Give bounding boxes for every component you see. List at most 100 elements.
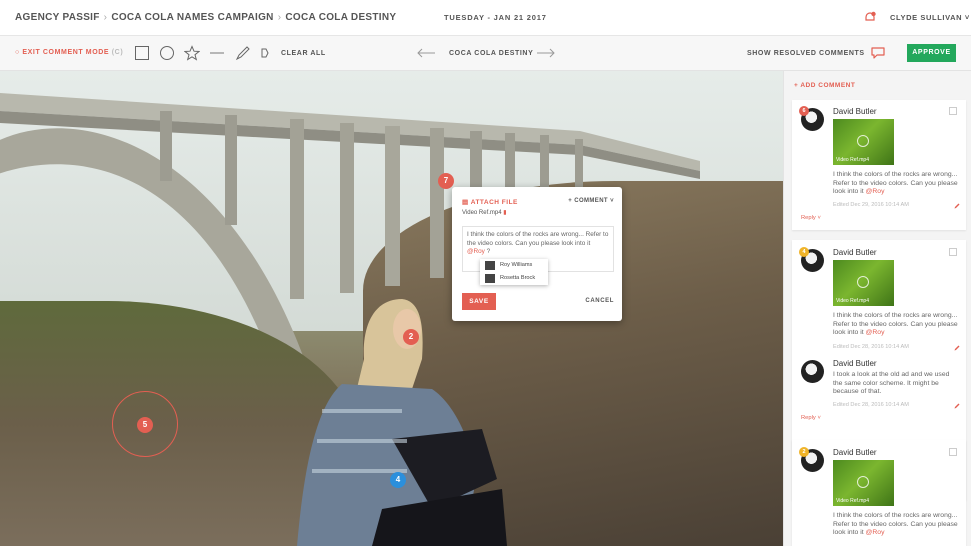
- comment-body: I think the colors of the rocks are wron…: [833, 512, 958, 538]
- rectangle-icon[interactable]: [134, 45, 150, 61]
- comment-type-dropdown[interactable]: + COMMENT ˅: [568, 198, 614, 204]
- notification-icon[interactable]: [864, 11, 876, 23]
- approve-button[interactable]: APPROVE: [907, 44, 956, 62]
- circle-icon[interactable]: [159, 45, 175, 61]
- annotation-pin-7[interactable]: 7: [438, 173, 454, 189]
- mention-option[interactable]: Rosetta Brock: [480, 272, 548, 285]
- comment-mention: @Roy: [865, 188, 885, 196]
- exit-label: EXIT COMMENT MODE: [22, 49, 110, 56]
- video-name: Video Ref.mp4: [836, 498, 869, 504]
- trash-icon[interactable]: ▮: [503, 210, 506, 216]
- top-bar: AGENCY PASSIF › COCA COLA NAMES CAMPAIGN › C…: [0, 0, 971, 36]
- edit-icon[interactable]: [954, 203, 960, 209]
- reply-button[interactable]: Reply ˅: [801, 415, 821, 421]
- exit-comment-mode-button[interactable]: ○ EXIT COMMENT MODE (C): [15, 49, 123, 56]
- comment-card: 6 David Butler Video Ref.mp4 I think the…: [792, 100, 966, 230]
- play-icon: [857, 135, 869, 147]
- arrow-right-icon[interactable]: [536, 47, 556, 59]
- show-resolved-comments-button[interactable]: SHOW RESOLVED COMMENTS: [747, 50, 865, 57]
- comment-date: Edited Dec 28, 2016 10:14 AM: [833, 344, 909, 350]
- video-attachment[interactable]: Video Ref.mp4: [833, 260, 894, 306]
- comment-date: Edited Dec 28, 2016 10:14 AM: [833, 402, 909, 408]
- save-button[interactable]: SAVE: [462, 293, 496, 310]
- chevron-down-icon: ˅: [817, 415, 821, 421]
- add-comment-button[interactable]: + ADD COMMENT: [794, 82, 855, 89]
- chevron-down-icon: ˅: [610, 198, 614, 204]
- user-name: CLYDE SULLIVAN: [890, 13, 963, 22]
- resolve-checkbox[interactable]: [949, 448, 957, 456]
- breadcrumb-campaign[interactable]: COCA COLA NAMES CAMPAIGN: [111, 12, 273, 23]
- reply-label: Reply: [801, 215, 816, 221]
- current-date: TUESDAY - JAN 21 2017: [444, 13, 547, 22]
- comment-author: David Butler: [833, 359, 877, 368]
- comment-suffix: ?: [484, 248, 491, 256]
- avatar: 2: [799, 447, 824, 472]
- edit-icon[interactable]: [954, 345, 960, 351]
- chevron-right-icon: ›: [103, 12, 108, 23]
- video-attachment[interactable]: Video Ref.mp4: [833, 460, 894, 506]
- avatar: 4: [799, 247, 824, 272]
- comment-number-badge: 6: [799, 106, 809, 116]
- arrow-left-icon[interactable]: [416, 47, 436, 59]
- star-icon[interactable]: [184, 45, 200, 61]
- comment-mention: @Roy: [865, 529, 885, 537]
- video-name: Video Ref.mp4: [836, 157, 869, 163]
- annotation-pin-5[interactable]: 5: [137, 417, 153, 433]
- annotation-pin-4[interactable]: 4: [390, 472, 406, 488]
- comment-text: I think the colors of the rocks are wron…: [833, 512, 958, 537]
- breadcrumb-agency[interactable]: AGENCY PASSIF: [15, 12, 100, 23]
- mention-option-name: Rosetta Brock: [500, 275, 536, 281]
- comment-text: I think the colors of the rocks are wron…: [467, 231, 609, 247]
- image-canvas[interactable]: 7 2 5 4: [0, 71, 783, 546]
- cancel-button[interactable]: CANCEL: [585, 298, 614, 304]
- attached-file-name: Video Ref.mp4: [462, 210, 502, 216]
- comment-popup: ▤ ATTACH FILE + COMMENT ˅ Video Ref.mp4 …: [452, 187, 622, 321]
- avatar: [485, 261, 495, 270]
- comment-body: I think the colors of the rocks are wron…: [833, 171, 958, 197]
- annotation-pin-2[interactable]: 2: [403, 329, 419, 345]
- reply-label: Reply: [801, 415, 816, 421]
- reply-button[interactable]: Reply ˅: [801, 215, 821, 221]
- breadcrumb-project[interactable]: COCA COLA DESTINY: [285, 12, 396, 23]
- clear-all-button[interactable]: CLEAR ALL: [281, 50, 326, 57]
- chevron-down-icon: ˅: [964, 13, 970, 22]
- resolve-checkbox[interactable]: [949, 107, 957, 115]
- comment-number-badge: 2: [799, 447, 809, 457]
- attached-file: Video Ref.mp4 ▮: [462, 209, 507, 216]
- exit-shortcut: (C): [111, 49, 124, 56]
- mention-option[interactable]: Roy Williams: [480, 259, 548, 272]
- photo-person: [297, 299, 507, 546]
- eraser-icon[interactable]: [259, 45, 271, 61]
- comment-mention: @Roy: [467, 248, 485, 256]
- comment-text: I think the colors of the rocks are wron…: [833, 171, 958, 196]
- attach-file-button[interactable]: ▤ ATTACH FILE: [462, 198, 518, 206]
- comment-author: David Butler: [833, 248, 877, 257]
- comment-date: Edited Dec 29, 2016 10:14 AM: [833, 202, 909, 208]
- resolve-checkbox[interactable]: [949, 248, 957, 256]
- asset-title: COCA COLA DESTINY: [449, 50, 534, 57]
- video-name: Video Ref.mp4: [836, 298, 869, 304]
- chevron-down-icon: ˅: [817, 215, 821, 221]
- comment-author: David Butler: [833, 107, 877, 116]
- comment-type-label: + COMMENT: [568, 198, 609, 204]
- comment-card: 2 David Butler Video Ref.mp4 I think the…: [792, 440, 966, 546]
- comment-text: I think the colors of the rocks are wron…: [833, 312, 958, 337]
- line-icon[interactable]: [209, 45, 225, 61]
- user-menu[interactable]: CLYDE SULLIVAN ˅: [890, 13, 970, 22]
- avatar: [485, 274, 495, 283]
- breadcrumb: AGENCY PASSIF › COCA COLA NAMES CAMPAIGN › C…: [15, 12, 396, 23]
- comment-author: David Butler: [833, 448, 877, 457]
- chat-icon[interactable]: [870, 46, 886, 60]
- avatar: 6: [799, 106, 824, 131]
- attach-label: ATTACH FILE: [470, 199, 518, 206]
- chevron-right-icon: ›: [277, 12, 282, 23]
- file-icon: ▤: [462, 199, 469, 206]
- edit-icon[interactable]: [954, 403, 960, 409]
- play-icon: [857, 476, 869, 488]
- comment-icon: ○: [15, 49, 20, 56]
- comment-body: I took a look at the old ad and we used …: [833, 371, 950, 396]
- video-attachment[interactable]: Video Ref.mp4: [833, 119, 894, 165]
- comment-number-badge: 4: [799, 247, 809, 257]
- pen-icon[interactable]: [235, 45, 251, 61]
- annotation-toolbar: ○ EXIT COMMENT MODE (C) CLEAR ALL COCA C…: [0, 36, 971, 71]
